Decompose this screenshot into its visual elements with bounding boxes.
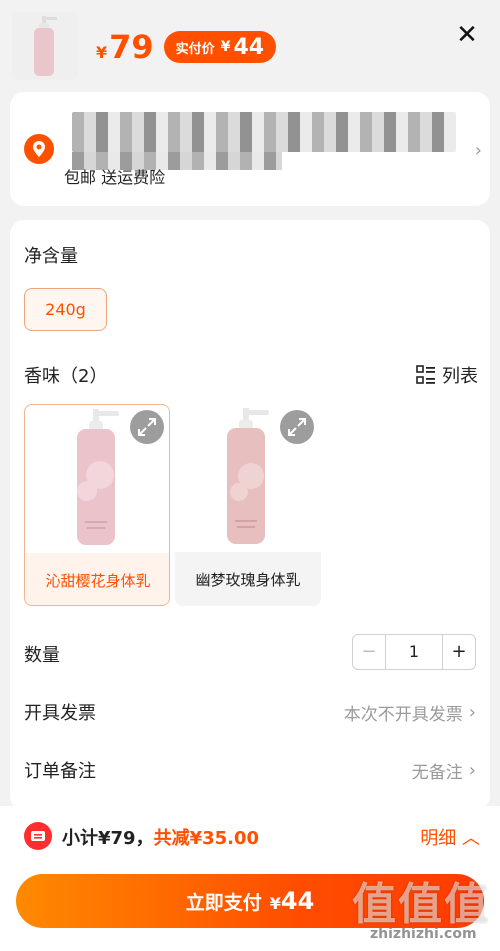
subtotal: 小计¥79，共减¥35.00 — [62, 824, 259, 850]
scent-title: 香味（2） — [24, 366, 108, 387]
close-icon[interactable]: ✕ — [452, 20, 482, 50]
variant-label: 沁甜樱花身体乳 — [25, 555, 169, 605]
real-price-value: 44 — [233, 34, 265, 60]
chevron-right-icon: › — [468, 760, 476, 781]
variant-label: 幽梦玫瑰身体乳 — [175, 554, 321, 606]
size-option-240g[interactable]: 240g — [24, 288, 107, 331]
pay-amount: 44 — [280, 887, 315, 915]
invoice-row[interactable]: 本次不开具发票 › — [344, 700, 476, 725]
quantity-stepper: − 1 + — [352, 634, 476, 670]
detail-toggle[interactable]: 明细 ︿ — [420, 824, 480, 850]
price-row: ¥ 79 实付价 ¥ 44 — [96, 28, 277, 66]
chevron-right-icon: › — [468, 702, 476, 723]
real-price-symbol: ¥ — [220, 39, 231, 55]
discount-label: 共减¥35.00 — [153, 828, 260, 849]
list-view-toggle[interactable]: 列表 — [416, 362, 478, 388]
shipping-tags: 包邮 送运费险 — [64, 168, 166, 187]
invoice-value: 本次不开具发票 — [343, 705, 463, 725]
expand-icon[interactable] — [130, 410, 164, 444]
remark-row[interactable]: 无备注 › — [412, 758, 476, 783]
chevron-up-icon: ︿ — [462, 828, 480, 849]
chevron-right-icon[interactable]: › — [475, 140, 482, 161]
invoice-title: 开具发票 — [24, 703, 96, 724]
price-value: 79 — [109, 28, 154, 66]
price-symbol: ¥ — [96, 42, 108, 62]
coupon-icon — [24, 822, 52, 850]
product-thumbnail — [12, 12, 78, 80]
quantity-decrease-button[interactable]: − — [353, 635, 385, 669]
location-pin-icon — [24, 134, 54, 164]
watermark: 值值值 zhizhizhi.com — [348, 868, 490, 948]
list-toggle-label: 列表 — [442, 366, 478, 387]
detail-label: 明细 — [420, 828, 457, 849]
watermark-site: zhizhizhi.com — [370, 926, 477, 942]
address-redacted — [72, 112, 456, 152]
quantity-increase-button[interactable]: + — [443, 635, 475, 669]
net-content-title: 净含量 — [24, 246, 78, 267]
expand-icon[interactable] — [280, 410, 314, 444]
grid-list-icon — [416, 365, 435, 384]
pay-label: 立即支付 — [185, 892, 262, 914]
quantity-input[interactable]: 1 — [385, 635, 443, 669]
remark-title: 订单备注 — [24, 761, 96, 782]
address-card[interactable] — [10, 92, 490, 206]
real-price-label: 实付价 — [175, 41, 215, 57]
pay-symbol: ¥ — [269, 894, 281, 913]
subtotal-label: 小计¥79， — [62, 828, 154, 849]
remark-value: 无备注 — [411, 763, 463, 783]
quantity-title: 数量 — [24, 645, 60, 666]
real-price-badge: 实付价 ¥ 44 — [163, 31, 277, 63]
watermark-logo: 值值值 — [352, 879, 490, 930]
